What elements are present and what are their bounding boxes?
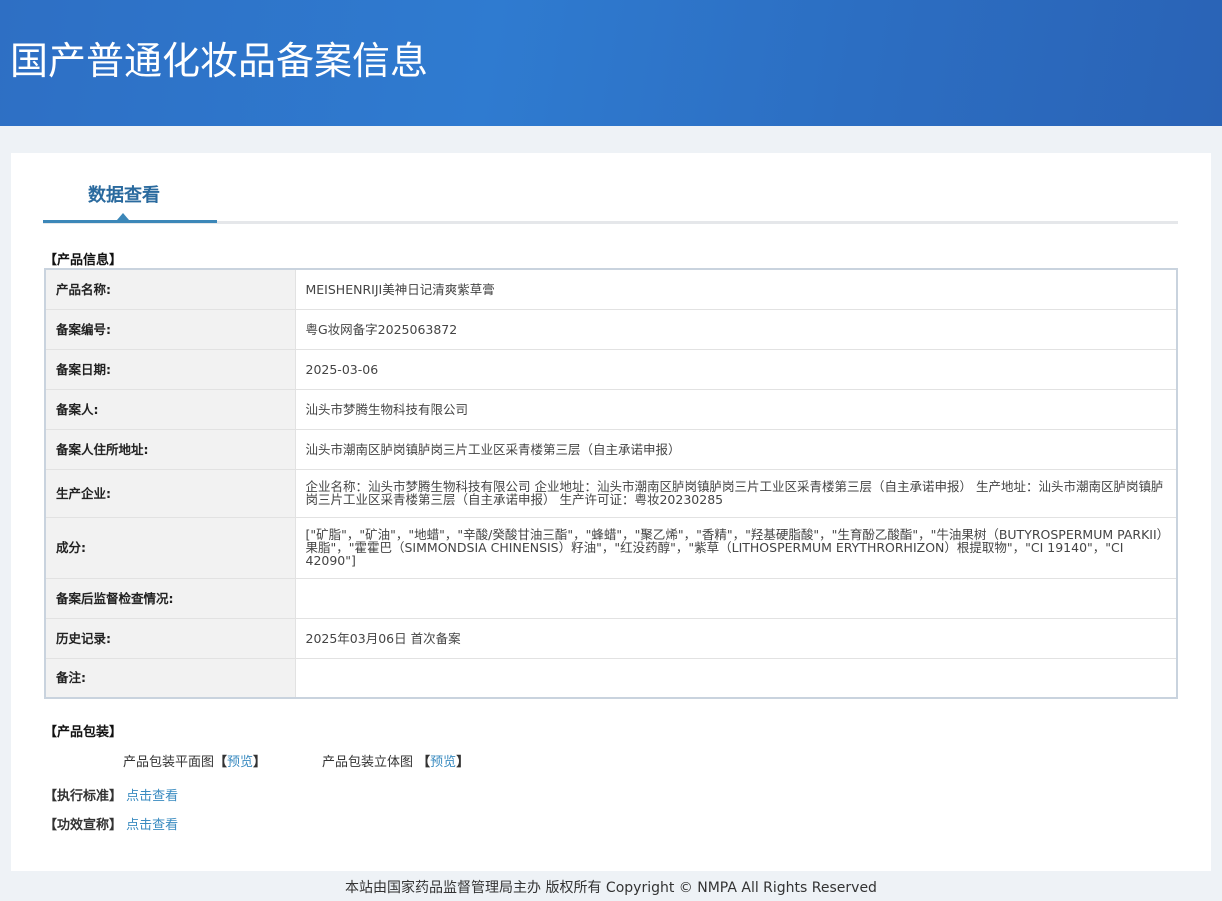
row-label: 备案人: [45,389,296,430]
standard-row: 【执行标准】 点击查看 [44,785,178,804]
row-label: 成分: [45,517,296,579]
section-title-product-info: 【产品信息】 [44,253,123,268]
row-value: MEISHENRIJI美神日记清爽紫草膏 [295,269,1177,310]
bracket: 【 [417,755,431,770]
table-row: 备案日期: 2025-03-06 [45,349,1177,390]
row-value: 汕头市梦腾生物科技有限公司 [295,389,1177,430]
product-info-table: 产品名称: MEISHENRIJI美神日记清爽紫草膏 备案编号: 粤G妆网备字202… [44,268,1178,699]
content-card: 数据查看 【产品信息】 产品名称: MEISHENRIJI美神日记清爽紫草膏 备案… [11,153,1211,871]
standard-view-link[interactable]: 点击查看 [126,789,178,804]
section-title-efficacy: 【功效宣称】 [44,818,123,833]
row-value [295,658,1177,699]
footer-copyright: 本站由国家药品监督管理局主办 版权所有 Copyright © NMPA All… [345,880,877,896]
row-label: 备案人住所地址: [45,429,296,470]
packaging-solid-label: 产品包装立体图 [322,755,414,770]
tab-active-indicator [43,220,217,223]
preview-flat-link[interactable]: 预览 [227,755,253,770]
page-title: 国产普通化妆品备案信息 [10,39,429,83]
bracket: 】 [456,755,470,770]
row-value: ["矿脂"，"矿油"，"地蜡"，"辛酸/癸酸甘油三酯"，"蜂蜡"，"聚乙烯"，"… [295,517,1177,579]
row-label: 备案日期: [45,349,296,390]
row-value: 粤G妆网备字2025063872 [295,309,1177,350]
row-value: 汕头市潮南区胪岗镇胪岗三片工业区采青楼第三层（自主承诺申报） [295,429,1177,470]
row-value: 企业名称：汕头市梦腾生物科技有限公司 企业地址：汕头市潮南区胪岗镇胪岗三片工业区… [295,469,1177,518]
section-title-packaging: 【产品包装】 [44,725,123,740]
table-row: 成分: ["矿脂"，"矿油"，"地蜡"，"辛酸/癸酸甘油三酯"，"蜂蜡"，"聚乙烯… [45,517,1177,579]
row-label: 备案后监督检查情况: [45,578,296,619]
table-row: 产品名称: MEISHENRIJI美神日记清爽紫草膏 [45,269,1177,310]
table-row: 备案人住所地址: 汕头市潮南区胪岗镇胪岗三片工业区采青楼第三层（自主承诺申报） [45,429,1177,470]
bracket: 】 [253,755,267,770]
bracket: 【 [214,755,228,770]
table-row: 历史记录: 2025年03月06日 首次备案 [45,618,1177,659]
packaging-flat-label: 产品包装平面图 [123,755,215,770]
row-label: 备注: [45,658,296,699]
table-row: 备案编号: 粤G妆网备字2025063872 [45,309,1177,350]
row-label: 生产企业: [45,469,296,518]
row-value: 2025-03-06 [295,349,1177,390]
packaging-flat: 产品包装平面图【预览】 [123,751,266,770]
caret-up-icon [117,213,129,220]
efficacy-view-link[interactable]: 点击查看 [126,818,178,833]
table-row: 备案后监督检查情况: [45,578,1177,619]
row-value [295,578,1177,619]
header-banner: 国产普通化妆品备案信息 [0,0,1222,126]
efficacy-row: 【功效宣称】 点击查看 [44,814,178,833]
packaging-solid: 产品包装立体图 【预览】 [322,751,469,770]
tab-data-view[interactable]: 数据查看 [88,181,160,207]
table-row: 备注: [45,658,1177,699]
row-label: 历史记录: [45,618,296,659]
row-label: 产品名称: [45,269,296,310]
row-value: 2025年03月06日 首次备案 [295,618,1177,659]
table-row: 生产企业: 企业名称：汕头市梦腾生物科技有限公司 企业地址：汕头市潮南区胪岗镇胪岗… [45,469,1177,518]
table-row: 备案人: 汕头市梦腾生物科技有限公司 [45,389,1177,430]
row-label: 备案编号: [45,309,296,350]
preview-solid-link[interactable]: 预览 [430,755,456,770]
section-title-standard: 【执行标准】 [44,789,123,804]
